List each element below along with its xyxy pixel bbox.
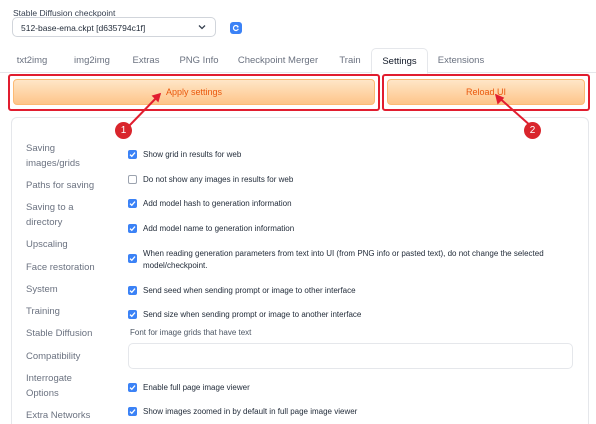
option-label: Add model hash to generation information xyxy=(143,199,292,208)
apply-settings-button[interactable]: Apply settings xyxy=(13,79,375,105)
tab-extras[interactable]: Extras xyxy=(126,48,166,73)
refresh-icon xyxy=(232,24,239,32)
option-label: Show grid in results for web xyxy=(143,150,242,159)
tab-extensions[interactable]: Extensions xyxy=(432,48,490,73)
option-model-hash[interactable]: Add model hash to generation information xyxy=(128,198,292,210)
check-icon xyxy=(129,201,136,207)
reload-ui-button[interactable]: Reload UI xyxy=(387,79,585,105)
tab-png-info[interactable]: PNG Info xyxy=(174,48,224,73)
font-field-label: Font for image grids that have text xyxy=(130,328,252,337)
option-label: Show images zoomed in by default in full… xyxy=(143,407,358,416)
option-show-grid[interactable]: Show grid in results for web xyxy=(128,149,241,161)
option-label: Send size when sending prompt or image t… xyxy=(143,310,362,319)
checkbox-checked[interactable] xyxy=(128,383,137,392)
sidebar-item-interrogate-options[interactable]: Interrogate Options xyxy=(26,371,96,401)
check-icon xyxy=(129,288,136,294)
annotation-marker-1: 1 xyxy=(115,122,132,139)
sidebar-item-saving-images-grids[interactable]: Saving images/grids xyxy=(26,141,106,171)
sidebar-item-face-restoration[interactable]: Face restoration xyxy=(26,260,95,275)
option-label: When reading generation parameters from … xyxy=(143,249,544,270)
option-keep-model[interactable]: When reading generation parameters from … xyxy=(128,248,568,272)
check-icon xyxy=(129,312,136,318)
check-icon xyxy=(129,226,136,232)
tab-txt2img[interactable]: txt2img xyxy=(9,48,55,73)
check-icon xyxy=(129,256,136,262)
check-icon xyxy=(129,409,136,415)
check-icon xyxy=(129,385,136,391)
sidebar-item-system[interactable]: System xyxy=(26,282,58,297)
checkbox-checked[interactable] xyxy=(128,310,137,319)
sidebar-item-stable-diffusion[interactable]: Stable Diffusion xyxy=(26,326,92,341)
option-zoomed-viewer[interactable]: Show images zoomed in by default in full… xyxy=(128,406,357,418)
checkbox-checked[interactable] xyxy=(128,254,137,263)
option-send-seed[interactable]: Send seed when sending prompt or image t… xyxy=(128,285,356,297)
option-label: Do not show any images in results for we… xyxy=(143,175,294,184)
sidebar-item-training[interactable]: Training xyxy=(26,304,60,319)
checkbox-checked[interactable] xyxy=(128,224,137,233)
option-hide-images[interactable]: Do not show any images in results for we… xyxy=(128,174,293,186)
option-model-name[interactable]: Add model name to generation information xyxy=(128,223,294,235)
chevron-down-icon xyxy=(198,25,206,30)
refresh-checkpoint-button[interactable] xyxy=(230,22,242,34)
tab-bar: txt2img img2img Extras PNG Info Checkpoi… xyxy=(0,48,596,74)
checkbox-checked[interactable] xyxy=(128,286,137,295)
sidebar-item-upscaling[interactable]: Upscaling xyxy=(26,237,68,252)
checkbox-checked[interactable] xyxy=(128,199,137,208)
font-input[interactable] xyxy=(128,343,573,369)
sidebar-item-paths-for-saving[interactable]: Paths for saving xyxy=(26,178,94,193)
option-label: Enable full page image viewer xyxy=(143,383,250,392)
checkpoint-value: 512-base-ema.ckpt [d635794c1f] xyxy=(21,23,146,33)
tab-checkpoint-merger[interactable]: Checkpoint Merger xyxy=(232,48,324,73)
option-label: Add model name to generation information xyxy=(143,224,295,233)
tab-train[interactable]: Train xyxy=(332,48,368,73)
sidebar-item-saving-to-directory[interactable]: Saving to a directory xyxy=(26,200,96,230)
option-send-size[interactable]: Send size when sending prompt or image t… xyxy=(128,309,361,321)
tab-img2img[interactable]: img2img xyxy=(66,48,118,73)
checkbox-checked[interactable] xyxy=(128,407,137,416)
sidebar-item-compatibility[interactable]: Compatibility xyxy=(26,349,80,364)
option-full-page-viewer[interactable]: Enable full page image viewer xyxy=(128,382,250,394)
option-label: Send seed when sending prompt or image t… xyxy=(143,286,356,295)
sidebar-item-extra-networks[interactable]: Extra Networks xyxy=(26,408,90,423)
check-icon xyxy=(129,152,136,158)
tab-settings[interactable]: Settings xyxy=(371,48,428,74)
checkpoint-dropdown[interactable]: 512-base-ema.ckpt [d635794c1f] xyxy=(12,17,216,37)
checkbox-unchecked[interactable] xyxy=(128,175,137,184)
annotation-marker-2: 2 xyxy=(524,122,541,139)
checkbox-checked[interactable] xyxy=(128,150,137,159)
